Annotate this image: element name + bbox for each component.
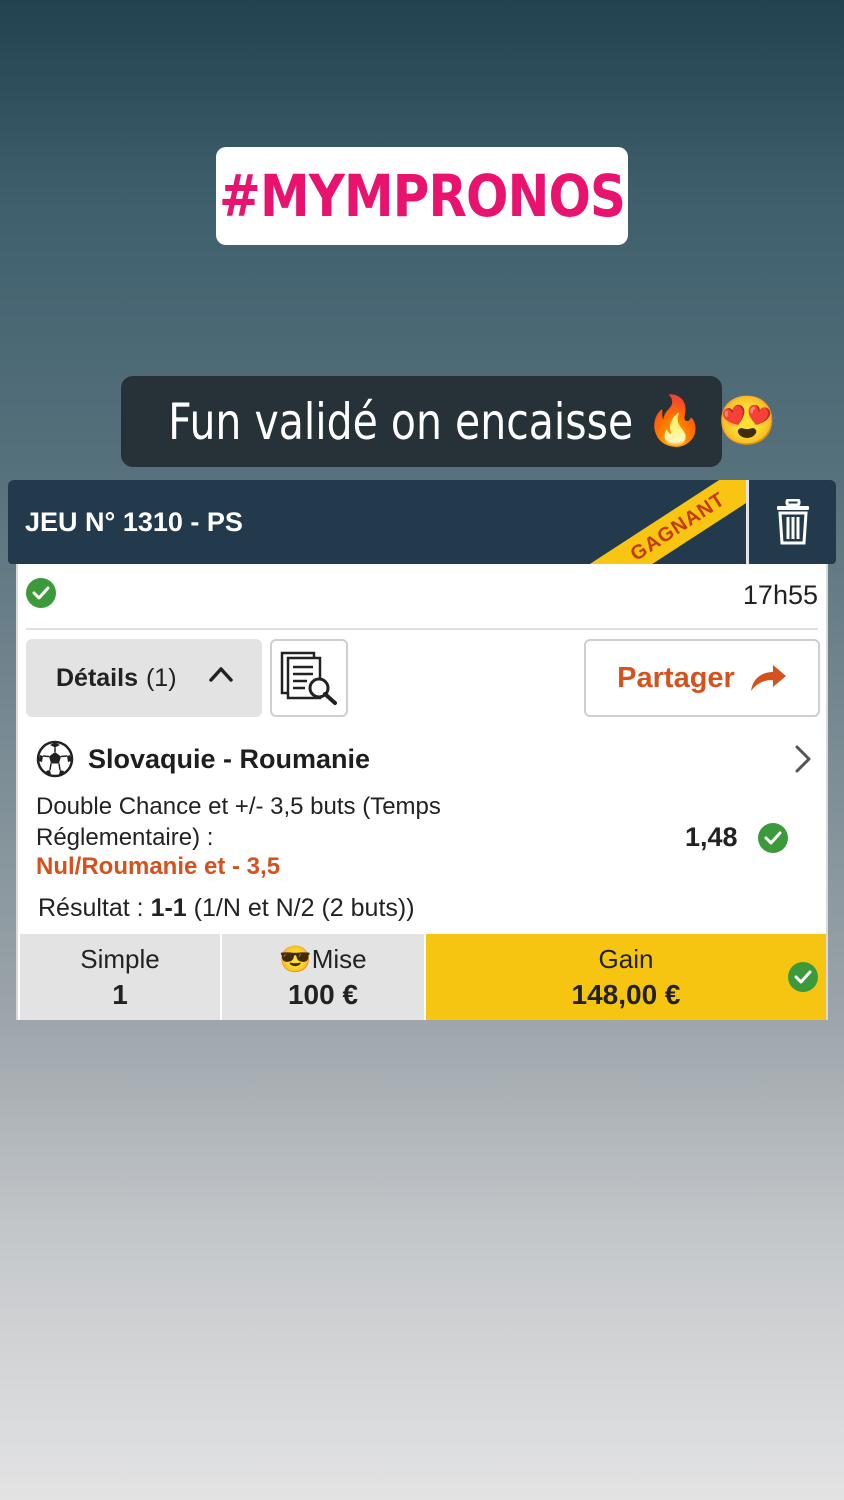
stake-value: 100 € [287,978,359,1010]
sunglasses-emoji: 😎 [279,943,312,974]
result-label: Résultat : [38,894,144,922]
result-score: 1-1 [150,894,187,922]
match-name: Slovaquie - Roumanie [88,743,371,774]
document-search-icon [280,651,337,705]
gain-label: Gain [598,943,654,974]
divider [26,628,818,630]
bet-type-value: 1 [112,978,128,1010]
caption-text: Fun validé on encaisse [168,392,634,451]
share-button[interactable]: Partager [584,639,820,717]
gain-value: 148,00 € [571,978,681,1010]
check-circle-icon [26,578,56,608]
bet-type-label: Simple [80,943,160,974]
check-circle-icon [758,823,788,853]
gain-cell: Gain 148,00 € [426,934,826,1020]
share-arrow-icon [750,665,786,691]
details-toggle-button[interactable]: Détails (1) [26,639,262,717]
bet-type-cell: Simple 1 [20,934,220,1020]
game-title: JEU N° 1310 - PS [25,507,243,537]
bet-card-body: 17h55 Détails (1) Partager Slovaquie - R… [16,564,828,1020]
chevron-up-icon [209,667,233,682]
details-label: Détails [56,663,138,692]
status-ribbon-label: GAGNANT [626,487,730,564]
bet-odds: 1,48 [685,822,738,852]
check-circle-icon [788,962,818,992]
bet-summary: Simple 1 😎Mise 100 € Gain 148,00 € [20,934,826,1020]
share-label: Partager [617,661,735,694]
bet-time: 17h55 [742,580,818,610]
stake-label: Mise [311,943,367,974]
delete-button[interactable] [749,480,836,564]
story-caption: Fun validé on encaisse 🔥 😍 [121,376,777,467]
status-ribbon: GAGNANT [528,480,748,564]
bet-market: Double Chance et +/- 3,5 buts (Temps Rég… [36,793,441,851]
result-detail: (1/N et N/2 (2 buts)) [193,894,415,922]
hashtag-text: #MYMPRONOS [218,162,626,230]
stake-label-wrap: 😎Mise [279,944,366,975]
details-count: (1) [145,663,177,692]
fire-emoji: 🔥 [645,394,706,448]
match-row[interactable]: Slovaquie - Roumanie [36,740,370,778]
hashtag-sticker: #MYMPRONOS [216,147,628,245]
trash-icon [776,499,809,545]
soccer-ball-icon [36,740,74,778]
stake-cell: 😎Mise 100 € [220,934,426,1020]
match-result: Résultat : 1-1 (1/N et N/2 (2 buts)) [38,894,415,923]
bet-card-header: JEU N° 1310 - PS GAGNANT [8,480,836,564]
view-ticket-button[interactable] [270,639,348,717]
chevron-right-icon[interactable] [794,744,812,774]
heart-eyes-emoji: 😍 [717,394,777,448]
bet-selection: Nul/Roumanie et - 3,5 [36,853,281,880]
